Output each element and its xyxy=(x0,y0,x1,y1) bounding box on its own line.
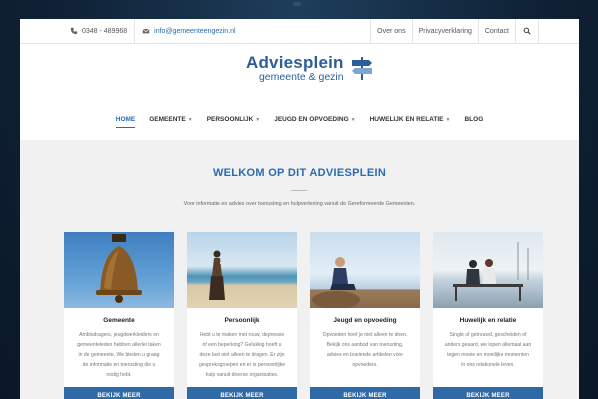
boy-on-rock-image[interactable] xyxy=(310,232,420,308)
nav-persoonlijk-label: PERSOONLIJK xyxy=(206,116,254,123)
card-description: Single of getrouwd, gescheiden of anders… xyxy=(444,332,532,368)
nav-blog-label: BLOG xyxy=(464,116,484,123)
chevron-down-icon: ▼ xyxy=(445,117,451,123)
intro-text: Voor informatie en advies over toerustin… xyxy=(183,201,416,207)
woman-at-sea-image[interactable] xyxy=(187,232,297,308)
phone-icon xyxy=(70,27,78,35)
chevron-down-icon: ▼ xyxy=(187,117,193,123)
card-row: Gemeente Ambtsdragers, jeugdwerkleiders … xyxy=(64,232,543,399)
site-logo[interactable]: Adviesplein gemeente & gezin xyxy=(246,54,375,83)
nav-persoonlijk[interactable]: PERSOONLIJK ▼ xyxy=(200,116,268,123)
nav-blog[interactable]: BLOG xyxy=(457,116,490,123)
nav-gemeente[interactable]: GEMEENTE ▼ xyxy=(142,116,199,123)
nav-jeugd-label: JEUGD EN OPVOEDING xyxy=(274,116,349,123)
card-gemeente: Gemeente Ambtsdragers, jeugdwerkleiders … xyxy=(64,232,174,399)
bekijk-meer-button[interactable]: BEKIJK MEER xyxy=(187,387,297,399)
topbar-link-over-ons[interactable]: Over ons xyxy=(370,19,411,43)
card-description: Opvoeden hoef je niet alleen te doen. Be… xyxy=(322,332,408,368)
card-description: Hebt u te maken met rouw, depressie of e… xyxy=(198,332,286,378)
nav-home-label: HOME xyxy=(115,116,136,123)
email-link[interactable]: info@gemeenteengezin.nl xyxy=(135,19,242,43)
couple-on-bench-image[interactable] xyxy=(433,232,543,308)
main-navigation: HOME GEMEENTE ▼ PERSOONLIJK ▼ JEUGD EN OPV… xyxy=(20,116,579,128)
card-jeugd: Jeugd en opvoeding Opvoeden hoef je niet… xyxy=(310,232,420,399)
phone-link[interactable]: 0348 - 489968 xyxy=(60,19,136,43)
logo-subtitle: gemeente & gezin xyxy=(258,71,344,83)
search-icon xyxy=(523,27,531,35)
title-divider xyxy=(291,190,307,191)
nav-jeugd[interactable]: JEUGD EN OPVOEDING ▼ xyxy=(267,116,362,123)
phone-number: 0348 - 489968 xyxy=(82,27,128,35)
card-title: Gemeente xyxy=(103,317,135,324)
nav-home[interactable]: HOME xyxy=(109,116,143,128)
bell-image[interactable] xyxy=(64,232,174,308)
card-title: Huwelijk en relatie xyxy=(459,317,517,324)
nav-huwelijk-label: HUWELIJK EN RELATIE xyxy=(369,116,444,123)
card-title: Jeugd en opvoeding xyxy=(333,317,397,324)
signpost-icon xyxy=(351,57,372,81)
device-frame: 0348 - 489968 info@gemeenteengezin.nl Ov… xyxy=(0,0,598,399)
card-huwelijk: Huwelijk en relatie Single of getrouwd, … xyxy=(433,232,543,399)
topbar-link-contact[interactable]: Contact xyxy=(477,19,515,43)
chevron-down-icon: ▼ xyxy=(350,117,356,123)
site-header: Adviesplein gemeente & gezin HOME GEMEEN… xyxy=(20,44,579,140)
card-persoonlijk: Persoonlijk Hebt u te maken met rouw, de… xyxy=(187,232,297,399)
bekijk-meer-button[interactable]: BEKIJK MEER xyxy=(64,387,174,399)
main-content: WELKOM OP DIT ADVIESPLEIN Voor informati… xyxy=(20,140,579,399)
card-title: Persoonlijk xyxy=(224,317,260,324)
search-button[interactable] xyxy=(515,19,539,43)
email-address: info@gemeenteengezin.nl xyxy=(154,27,236,35)
chevron-down-icon: ▼ xyxy=(255,117,261,123)
card-description: Ambtsdragers, jeugdwerkleiders en gemeen… xyxy=(77,332,161,378)
envelope-icon xyxy=(142,28,150,34)
bekijk-meer-button[interactable]: BEKIJK MEER xyxy=(433,387,543,399)
top-bar: 0348 - 489968 info@gemeenteengezin.nl Ov… xyxy=(20,19,579,44)
bekijk-meer-button[interactable]: BEKIJK MEER xyxy=(310,387,420,399)
nav-huwelijk[interactable]: HUWELIJK EN RELATIE ▼ xyxy=(363,116,458,123)
topbar-link-privacy[interactable]: Privacyverklaring xyxy=(411,19,478,43)
device-camera xyxy=(293,2,301,6)
page-title: WELKOM OP DIT ADVIESPLEIN xyxy=(212,167,387,179)
logo-title: Adviesplein xyxy=(246,53,344,72)
nav-gemeente-label: GEMEENTE xyxy=(149,116,186,123)
browser-screen: 0348 - 489968 info@gemeenteengezin.nl Ov… xyxy=(20,19,579,399)
